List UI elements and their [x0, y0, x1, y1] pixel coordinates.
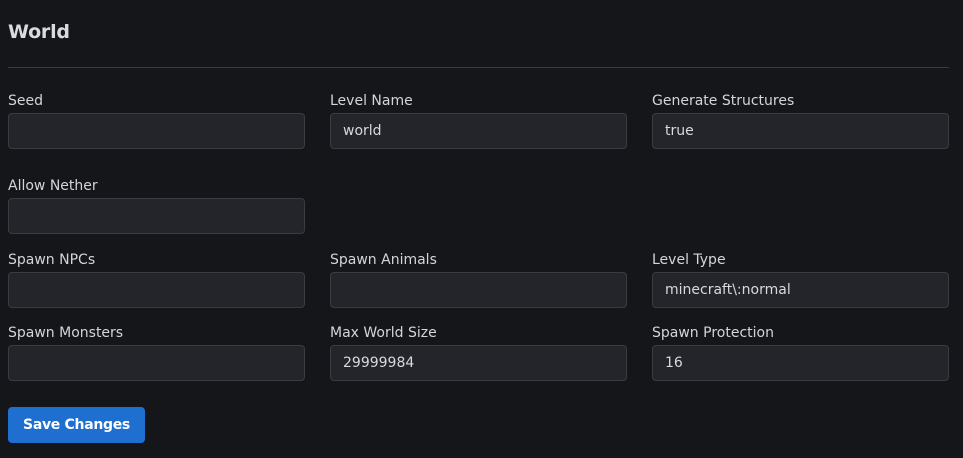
- spawn-protection-label: Spawn Protection: [652, 325, 774, 341]
- spawn-npcs-input[interactable]: [8, 272, 305, 308]
- spawn-animals-field-group: Spawn Animals: [330, 252, 627, 308]
- generate-structures-label: Generate Structures: [652, 93, 795, 109]
- allow-nether-field-group: Allow Nether: [8, 178, 305, 234]
- section-divider: [8, 67, 949, 68]
- generate-structures-input[interactable]: [652, 113, 949, 149]
- level-type-input[interactable]: [652, 272, 949, 308]
- spawn-monsters-input[interactable]: [8, 345, 305, 381]
- seed-field-group: Seed: [8, 93, 305, 149]
- generate-structures-field-group: Generate Structures: [652, 93, 949, 149]
- spawn-npcs-label: Spawn NPCs: [8, 252, 96, 268]
- max-world-size-input[interactable]: [330, 345, 627, 381]
- allow-nether-label: Allow Nether: [8, 178, 98, 194]
- spawn-monsters-field-group: Spawn Monsters: [8, 325, 305, 381]
- spawn-npcs-field-group: Spawn NPCs: [8, 252, 305, 308]
- seed-input[interactable]: [8, 113, 305, 149]
- level-type-field-group: Level Type: [652, 252, 949, 308]
- spawn-monsters-label: Spawn Monsters: [8, 325, 124, 341]
- spawn-animals-input[interactable]: [330, 272, 627, 308]
- level-name-field-group: Level Name: [330, 93, 627, 149]
- level-name-input[interactable]: [330, 113, 627, 149]
- spawn-protection-field-group: Spawn Protection: [652, 325, 949, 381]
- section-title: World: [8, 21, 70, 43]
- allow-nether-input[interactable]: [8, 198, 305, 234]
- seed-label: Seed: [8, 93, 43, 109]
- save-changes-button[interactable]: Save Changes: [8, 407, 145, 443]
- max-world-size-label: Max World Size: [330, 325, 437, 341]
- spawn-protection-input[interactable]: [652, 345, 949, 381]
- level-type-label: Level Type: [652, 252, 726, 268]
- spawn-animals-label: Spawn Animals: [330, 252, 437, 268]
- level-name-label: Level Name: [330, 93, 413, 109]
- max-world-size-field-group: Max World Size: [330, 325, 627, 381]
